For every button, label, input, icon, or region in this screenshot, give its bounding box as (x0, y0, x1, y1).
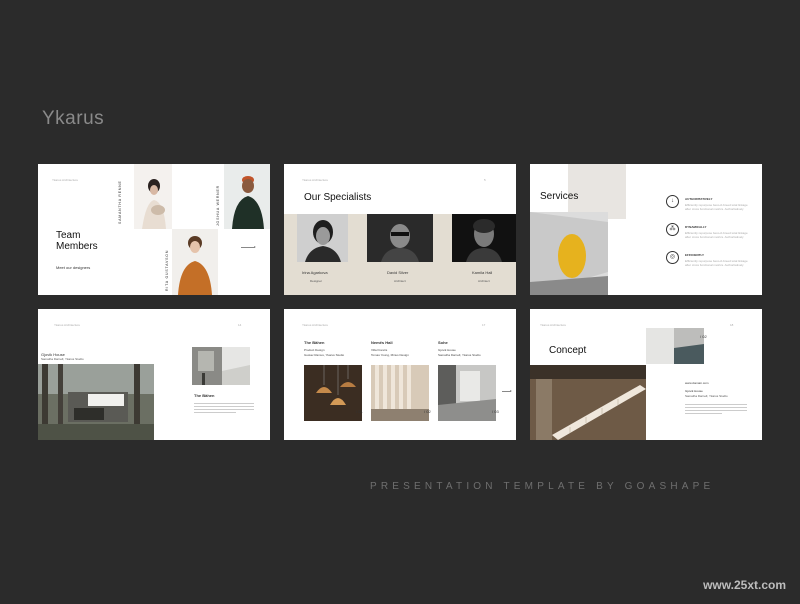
service-desc-1b: after cross functional metrics. Authorit… (685, 207, 744, 211)
project-line2-1: Gustav Ramus, Ykarus Studio (304, 353, 345, 357)
project-photo-3 (438, 365, 496, 421)
slide-title-line1: Team (56, 230, 81, 241)
service-title-1: AUTHORITATIVELY (685, 197, 713, 201)
specialist-role-1: Designer (310, 279, 323, 283)
nodes-icon: ⁂ (666, 223, 679, 236)
specialist-photo-1 (297, 214, 348, 262)
project-num-3: / 03 (492, 409, 499, 414)
caption-text (194, 401, 254, 415)
service-title-3: EFFICIENTLY (685, 253, 705, 257)
interior-photo (192, 347, 250, 385)
slide-title-line2: Members (56, 241, 98, 252)
slide-services[interactable]: Services ↓ AUTHORITATIVELY Efficiently r… (530, 164, 762, 295)
page-number: 17 (482, 323, 486, 327)
team-photo-2 (224, 164, 270, 229)
tagline: PRESENTATION TEMPLATE BY GOASHAPE (370, 481, 715, 492)
project-title-3: Sohe (438, 340, 448, 345)
service-desc-3b: after cross functional metrics. Authorit… (685, 263, 744, 267)
slide-title: Concept (549, 345, 587, 356)
project-photo-1 (304, 365, 362, 421)
team-photo-1 (134, 164, 172, 229)
slide-header: Ykarus Architecture (302, 178, 329, 182)
specialist-role-2: Architect (394, 279, 406, 283)
brand-title: Ykarus (42, 108, 105, 129)
project-num-1: / 01 (356, 409, 363, 414)
page-number: 5 (484, 178, 486, 182)
specialist-photo-2 (367, 214, 433, 262)
page-number: 18 (730, 323, 734, 327)
slide-title: Services (540, 191, 579, 202)
next-arrow-icon[interactable] (502, 390, 512, 392)
slide-title: Our Specialists (304, 192, 372, 203)
caption-title: The Bähen (194, 393, 215, 398)
website-text: www.domain.com (685, 381, 709, 385)
project-name: Gjovik House (685, 389, 703, 393)
team-photo-3 (172, 229, 218, 295)
slide-header: Ykarus Architecture (302, 323, 329, 327)
specialist-role-3: Architect (478, 279, 490, 283)
services-photo (530, 212, 608, 295)
slide-concept[interactable]: Ykarus Architecture 18 Concept / 02 www.… (530, 309, 762, 440)
watermark: www.25xt.com (703, 578, 786, 592)
house-photo (38, 364, 154, 440)
specialist-name-1: Irina Agarkova (302, 270, 328, 275)
slide-header: Ykarus Architecture (54, 323, 81, 327)
project-title-2: Nemës Hall (371, 340, 393, 345)
project-line2-2: Tomas Young, Minus Design (371, 353, 409, 357)
project-title-1: The Bähen (304, 340, 325, 345)
concept-num: / 02 (700, 334, 707, 339)
project-photo-2 (371, 365, 429, 421)
project-credits: Samatha Darnell, Ykarus Studio (685, 394, 728, 398)
concept-text (685, 402, 747, 416)
next-arrow-icon[interactable] (241, 246, 256, 248)
pool-photo (646, 328, 704, 364)
slide-header: Ykarus Architecture (540, 323, 567, 327)
specialist-name-3: Kamila Hall (472, 270, 493, 275)
project-num-2: / 02 (424, 409, 431, 414)
slide-gjovik-house[interactable]: Ykarus Architecture 14 Gjovik House Sama… (38, 309, 270, 440)
slide-header: Ykarus Architecture (52, 178, 79, 182)
slide-team-members[interactable]: Ykarus Architecture Team Members Meet ou… (38, 164, 270, 295)
arrow-icon: ↓ (666, 195, 679, 208)
project-credits: Samatha Darnell, Ykarus Studio (41, 357, 84, 361)
project-line1-1: Product Design (304, 348, 325, 352)
team-name-2: JOSHUA WERNER (216, 185, 220, 226)
page-number: 14 (238, 323, 242, 327)
service-title-2: DYNAMICALLY (685, 225, 707, 229)
slide-projects[interactable]: Ykarus Architecture 17 The Bähen Product… (284, 309, 516, 440)
slide-subtitle: Meet our designers (56, 265, 91, 270)
project-line1-3: Gjovik House (438, 348, 456, 352)
specialist-photo-3 (452, 214, 516, 262)
service-desc-2b: after cross functional metrics. Authorit… (685, 235, 744, 239)
project-line2-3: Samatha Darnell, Ykarus Studio (438, 353, 481, 357)
stairs-photo (530, 365, 646, 440)
project-line1-2: Villa Francis (371, 348, 388, 352)
slide-specialists[interactable]: Ykarus Architecture 5 Our Specialists Ir… (284, 164, 516, 295)
target-icon: ◎ (666, 251, 679, 264)
team-name-1: SAMANTHA RENNE (118, 180, 122, 224)
team-name-3: RITA GUSTAVSON (165, 249, 169, 291)
specialist-name-2: David Silver (387, 270, 409, 275)
